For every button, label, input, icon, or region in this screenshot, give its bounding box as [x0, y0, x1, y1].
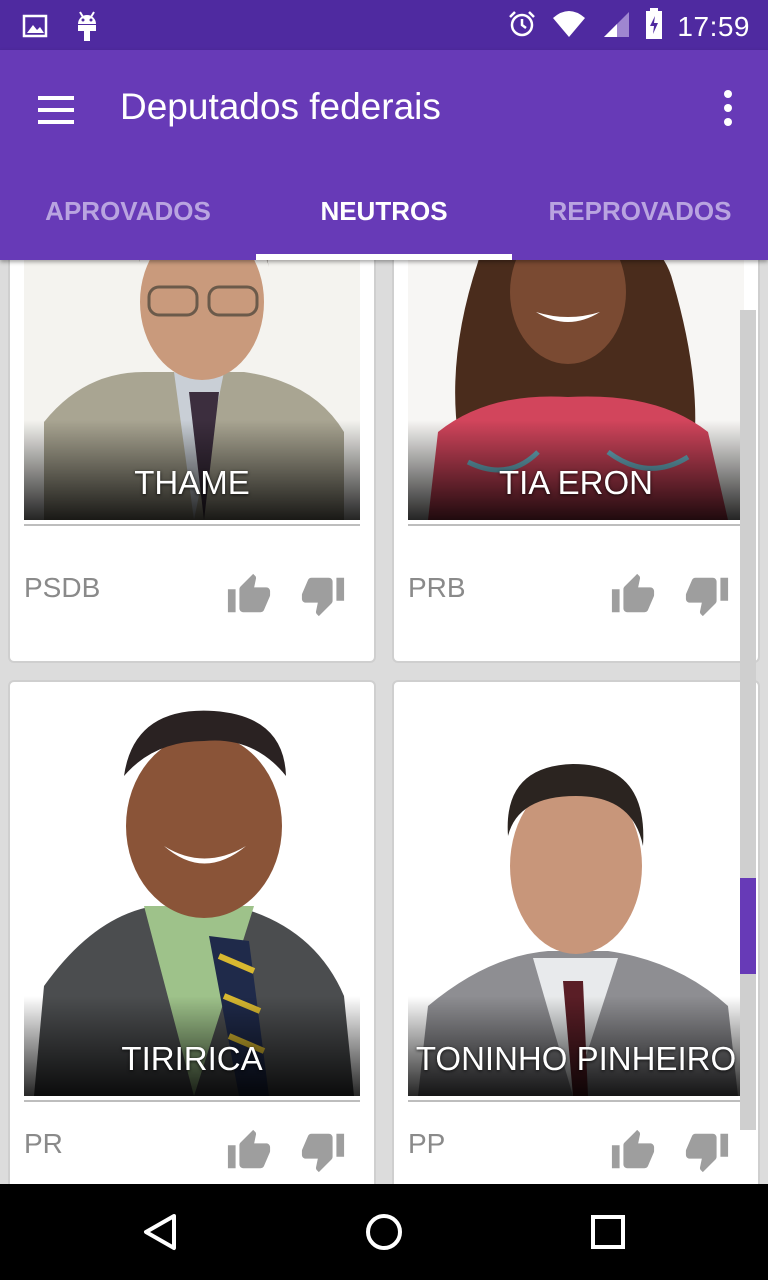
deputy-party: PP: [408, 1128, 446, 1159]
hamburger-menu-icon[interactable]: [36, 90, 76, 130]
thumb-up-icon[interactable]: [226, 1128, 272, 1174]
scrollbar[interactable]: [740, 310, 756, 1130]
thumb-down-icon[interactable]: [300, 1128, 346, 1174]
tab-reprovados[interactable]: REPROVADOS: [512, 170, 768, 260]
deputy-photo: TIRIRICA: [24, 696, 360, 1096]
deputy-name: TIA ERON: [498, 464, 654, 501]
thumb-up-icon[interactable]: [226, 572, 272, 618]
battery-charging-icon: [645, 8, 663, 45]
divider: [24, 524, 360, 526]
deputy-name: THAME: [134, 464, 250, 501]
tab-bar: APROVADOS NEUTROS REPROVADOS: [0, 170, 768, 260]
recents-icon[interactable]: [588, 1212, 628, 1252]
navigation-bar: [0, 1184, 768, 1280]
wifi-icon: [551, 10, 587, 43]
page-title: Deputados federais: [120, 86, 441, 127]
image-icon: [22, 13, 48, 44]
app-bar: Deputados federais APROVADOS NEUTROS REP…: [0, 50, 768, 260]
thumb-up-icon[interactable]: [610, 1128, 656, 1174]
thumb-down-icon[interactable]: [684, 1128, 730, 1174]
tab-aprovados[interactable]: APROVADOS: [0, 170, 256, 260]
more-vert-icon[interactable]: [718, 88, 738, 128]
deputy-party: PRB: [408, 572, 466, 603]
divider: [408, 1100, 744, 1102]
deputy-photo: TIA ERON: [408, 260, 744, 520]
thumb-up-icon[interactable]: [610, 572, 656, 618]
deputy-party: PSDB: [24, 572, 101, 603]
deputy-name: TIRIRICA: [121, 1040, 263, 1077]
back-icon[interactable]: [140, 1212, 180, 1252]
thumb-down-icon[interactable]: [300, 572, 346, 618]
home-icon[interactable]: [364, 1212, 404, 1252]
deputy-card[interactable]: TONINHO PINHEIRO PP: [392, 680, 760, 1184]
clock-time: 17:59: [677, 10, 750, 42]
deputy-card[interactable]: THAME PSDB: [8, 260, 376, 663]
deputy-party: PR: [24, 1128, 63, 1159]
deputy-card[interactable]: TIA ERON PRB: [392, 260, 760, 663]
deputies-grid: THAME PSDB TIA ERON PRB TIRIRICA PR TONI…: [0, 260, 768, 1184]
scrollbar-thumb[interactable]: [740, 878, 756, 974]
signal-icon: [601, 10, 631, 43]
deputy-card[interactable]: TIRIRICA PR: [8, 680, 376, 1184]
deputy-photo: THAME: [24, 260, 360, 520]
alarm-icon: [507, 9, 537, 44]
deputy-photo: TONINHO PINHEIRO: [408, 696, 744, 1096]
android-icon: [74, 10, 100, 47]
status-bar: 17:59: [0, 0, 768, 50]
thumb-down-icon[interactable]: [684, 572, 730, 618]
tab-neutros[interactable]: NEUTROS: [256, 170, 512, 260]
deputy-name: TONINHO PINHEIRO: [415, 1040, 737, 1077]
divider: [408, 524, 744, 526]
divider: [24, 1100, 360, 1102]
